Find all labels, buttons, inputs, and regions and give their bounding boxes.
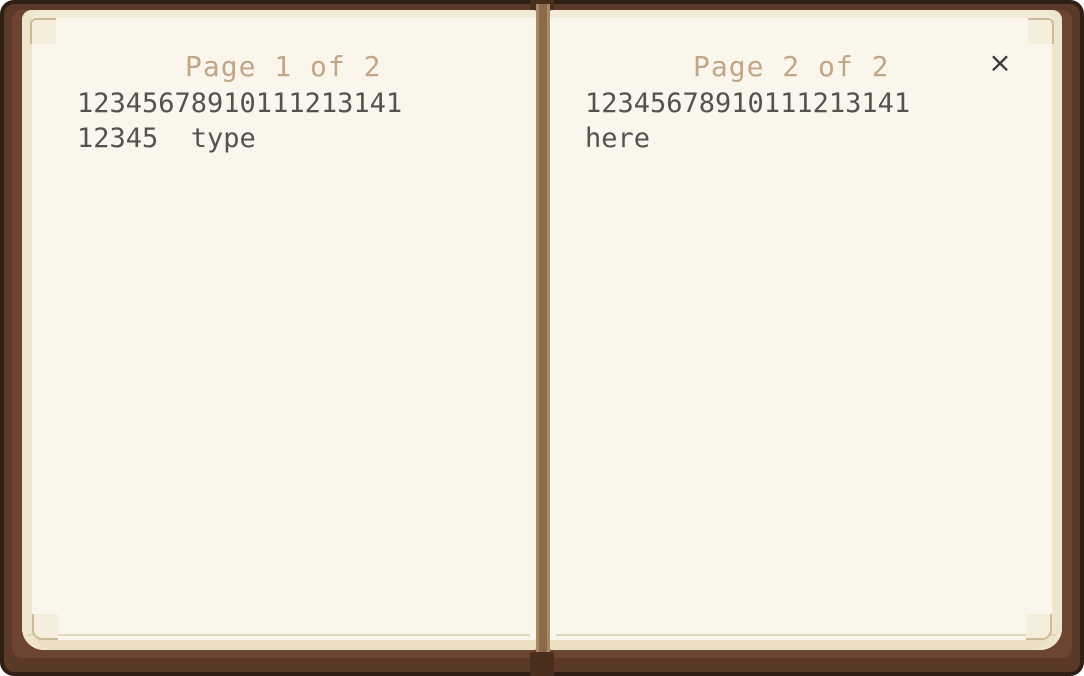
right-page-text[interactable]: 12345678910111213141 here	[585, 86, 910, 156]
left-page-line-1: 12345678910111213141	[77, 88, 403, 119]
spine-cap-bottom	[530, 652, 554, 676]
page-corner-decoration	[32, 614, 58, 640]
page-corner-decoration	[30, 18, 56, 44]
left-page[interactable]: Page 1 of 2 12345678910111213141 12345 ty…	[22, 10, 536, 650]
right-page-line-2: here	[585, 123, 651, 154]
left-page-line-2: 12345 type	[77, 123, 256, 154]
close-icon[interactable]: ×	[986, 49, 1014, 78]
page-corner-decoration	[1026, 614, 1052, 640]
right-page-number: Page 2 of 2	[693, 50, 890, 83]
book-spine	[536, 4, 550, 668]
right-page-line-1: 12345678910111213141	[585, 88, 911, 119]
right-page[interactable]: Page 2 of 2 12345678910111213141 here ×	[550, 10, 1062, 650]
left-page-text[interactable]: 12345678910111213141 12345 type	[77, 86, 402, 156]
page-corner-decoration	[1028, 18, 1054, 44]
left-page-number: Page 1 of 2	[185, 50, 382, 83]
